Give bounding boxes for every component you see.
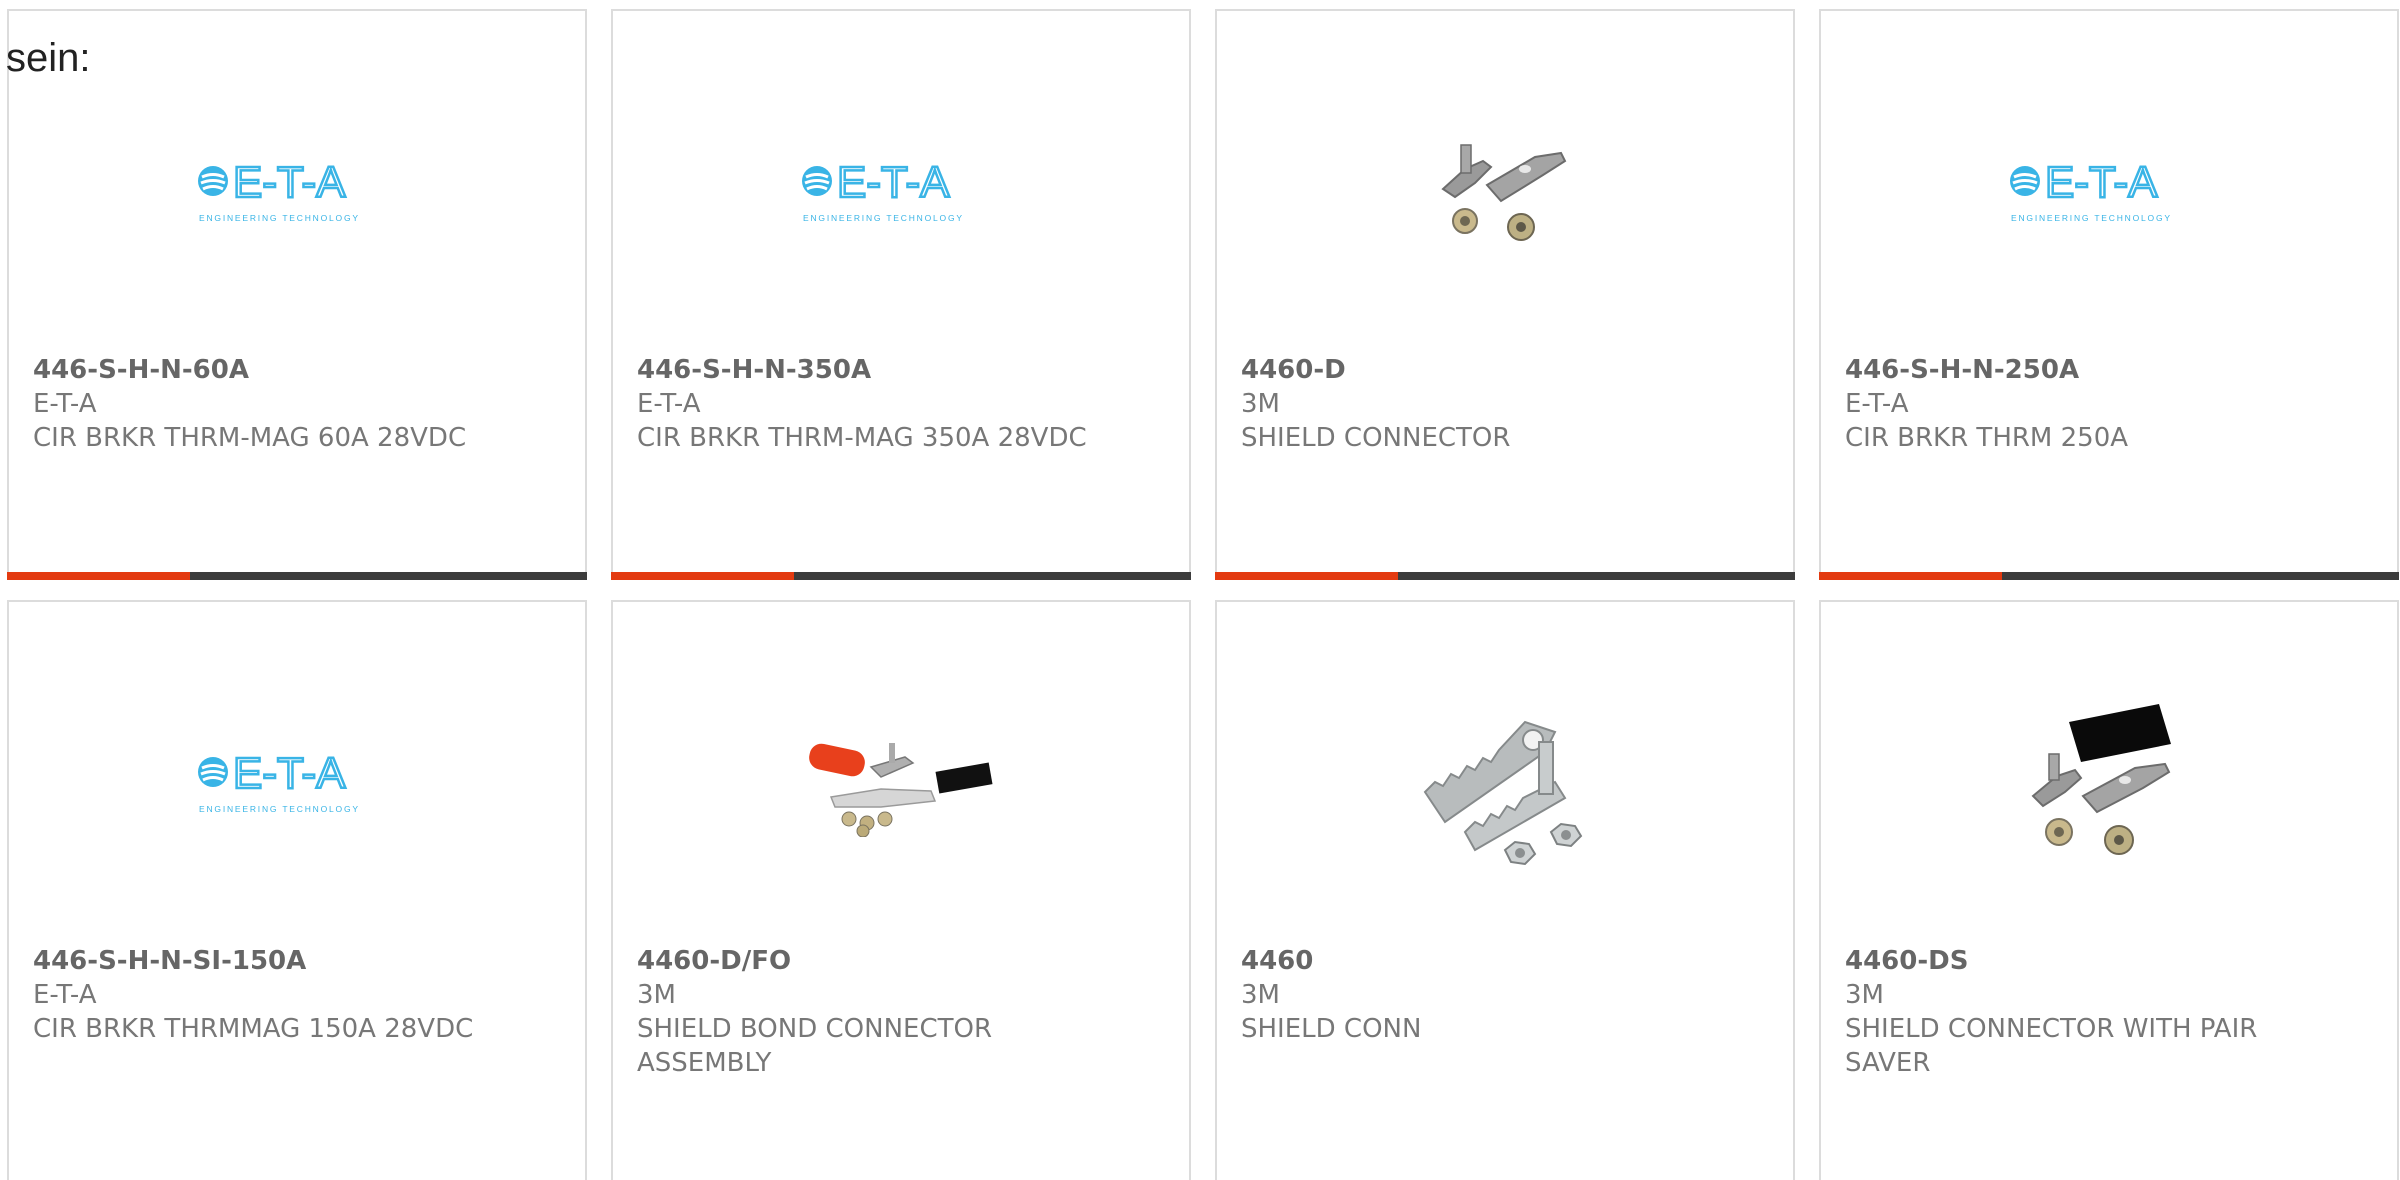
part-number-link[interactable]: 446-S-H-N-250A [1845, 353, 2373, 387]
product-card[interactable]: 4460 3M SHIELD CONN [1215, 600, 1795, 1180]
card-footer-bar [611, 572, 1191, 580]
product-card[interactable]: E-T-A ENGINEERING TECHNOLOGY 446-S-H-N-2… [1819, 9, 2399, 580]
product-image[interactable]: E-T-A ENGINEERING TECHNOLOGY [9, 702, 585, 862]
shield-bond-assembly-photo-icon [809, 743, 993, 837]
description: CIR BRKR THRM 250A [1845, 423, 2129, 453]
card-footer-bar [1819, 572, 2399, 580]
product-image[interactable] [1217, 702, 1793, 866]
product-card[interactable]: E-T-A ENGINEERING TECHNOLOGY 446-S-H-N-3… [611, 9, 1191, 580]
eta-logo-icon: E-T-A ENGINEERING TECHNOLOGY [198, 157, 360, 223]
product-card[interactable]: 4460-D/FO 3M SHIELD BOND CONNECTOR ASSEM… [611, 600, 1191, 1180]
part-number-link[interactable]: 4460-DS [1845, 944, 2373, 978]
manufacturer: 3M [1241, 980, 1280, 1010]
description: SHIELD CONNECTOR WITH PAIR SAVER [1845, 1014, 2258, 1078]
shield-connector-photo-icon [1441, 144, 1567, 241]
product-card[interactable]: E-T-A ENGINEERING TECHNOLOGY 446-S-H-N-S… [7, 600, 587, 1180]
eta-logo-icon: E-T-A ENGINEERING TECHNOLOGY [198, 748, 360, 814]
product-image[interactable] [613, 702, 1189, 862]
product-card[interactable]: 4460-D 3M SHIELD CONNECTOR [1215, 9, 1795, 580]
product-card[interactable]: 4460-DS 3M SHIELD CONNECTOR WITH PAIR SA… [1819, 600, 2399, 1180]
card-footer-bar [7, 572, 587, 580]
description: CIR BRKR THRM-MAG 350A 28VDC [637, 423, 1087, 453]
description: SHIELD CONN [1241, 1014, 1422, 1044]
part-number-link[interactable]: 446-S-H-N-350A [637, 353, 1165, 387]
manufacturer: 3M [637, 980, 676, 1010]
eta-logo-icon: E-T-A ENGINEERING TECHNOLOGY [2010, 157, 2172, 223]
description: CIR BRKR THRM-MAG 60A 28VDC [33, 423, 467, 453]
part-number-link[interactable]: 446-S-H-N-SI-150A [33, 944, 561, 978]
product-grid: E-T-A ENGINEERING TECHNOLOGY 446-S-H-N-6… [0, 0, 2400, 1180]
part-number-link[interactable]: 4460 [1241, 944, 1769, 978]
product-image[interactable]: E-T-A ENGINEERING TECHNOLOGY [9, 111, 585, 271]
product-image[interactable]: E-T-A ENGINEERING TECHNOLOGY [613, 111, 1189, 271]
intro-text: sein: [6, 36, 91, 80]
svg-text:ENGINEERING TECHNOLOGY: ENGINEERING TECHNOLOGY [199, 804, 360, 814]
manufacturer: E-T-A [1845, 389, 1909, 419]
card-footer-bar [1215, 572, 1795, 580]
description: SHIELD BOND CONNECTOR ASSEMBLY [637, 1014, 993, 1078]
manufacturer: E-T-A [33, 389, 97, 419]
svg-text:E-T-A: E-T-A [233, 749, 346, 798]
shield-conn-photo-icon [1423, 720, 1583, 866]
svg-text:E-T-A: E-T-A [2045, 158, 2158, 207]
eta-logo-icon: E-T-A ENGINEERING TECHNOLOGY [802, 157, 964, 223]
product-image[interactable] [1821, 702, 2397, 862]
manufacturer: 3M [1241, 389, 1280, 419]
part-number-link[interactable]: 4460-D [1241, 353, 1769, 387]
description: CIR BRKR THRMMAG 150A 28VDC [33, 1014, 474, 1044]
svg-text:ENGINEERING TECHNOLOGY: ENGINEERING TECHNOLOGY [2011, 213, 2172, 223]
manufacturer: 3M [1845, 980, 1884, 1010]
product-image[interactable] [1217, 111, 1793, 271]
shield-connector-pair-saver-photo-icon [2031, 704, 2171, 855]
product-image[interactable]: E-T-A ENGINEERING TECHNOLOGY [1821, 111, 2397, 271]
svg-text:E-T-A: E-T-A [233, 158, 346, 207]
part-number-link[interactable]: 4460-D/FO [637, 944, 1165, 978]
svg-text:ENGINEERING TECHNOLOGY: ENGINEERING TECHNOLOGY [803, 213, 964, 223]
description: SHIELD CONNECTOR [1241, 423, 1511, 453]
manufacturer: E-T-A [33, 980, 97, 1010]
svg-text:ENGINEERING TECHNOLOGY: ENGINEERING TECHNOLOGY [199, 213, 360, 223]
manufacturer: E-T-A [637, 389, 701, 419]
part-number-link[interactable]: 446-S-H-N-60A [33, 353, 561, 387]
svg-text:E-T-A: E-T-A [837, 158, 950, 207]
product-card[interactable]: E-T-A ENGINEERING TECHNOLOGY 446-S-H-N-6… [7, 9, 587, 580]
